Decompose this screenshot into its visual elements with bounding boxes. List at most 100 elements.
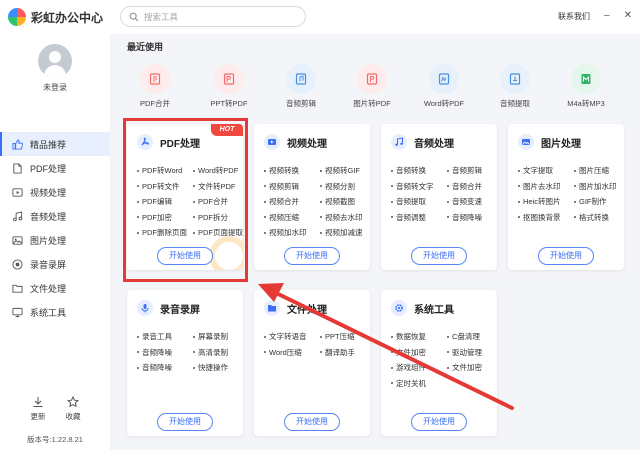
feature-item[interactable]: 音频变速 <box>447 196 497 207</box>
feature-item[interactable]: 视频合并 <box>264 196 320 207</box>
feature-item[interactable]: 图片去水印 <box>518 181 574 192</box>
feature-item[interactable]: PDF拆分 <box>193 212 243 223</box>
sidebar-item-recommend[interactable]: 精品推荐 <box>0 132 110 156</box>
feature-item[interactable]: 文件加密 <box>391 347 447 358</box>
contact-us-link[interactable]: 联系我们 <box>558 11 590 22</box>
card-video[interactable]: 视频处理 视频转换 视频转GIF 视频剪辑 视频分割 视频合并 视频截图 视频压… <box>254 124 370 270</box>
feature-item[interactable]: 音频转文字 <box>391 181 447 192</box>
feature-item[interactable]: 文字转语音 <box>264 331 320 342</box>
start-button[interactable]: 开始使用 <box>157 413 213 431</box>
avatar[interactable] <box>38 44 72 78</box>
feature-item[interactable]: 音频合并 <box>447 181 497 192</box>
sidebar-item-image[interactable]: 图片处理 <box>0 228 110 252</box>
feature-item[interactable]: PDF转文件 <box>137 181 193 192</box>
feature-item[interactable]: PDF加密 <box>137 212 193 223</box>
recent-item-image-to-pdf[interactable]: 图片转PDF <box>337 64 407 109</box>
minimize-button[interactable]: – <box>604 9 610 23</box>
word-to-pdf-icon <box>429 64 459 94</box>
feature-item[interactable]: 视频压缩 <box>264 212 320 223</box>
recent-item-m4a-to-mp3[interactable]: M4a转MP3 <box>551 64 621 109</box>
feature-item[interactable]: 文件加密 <box>447 362 497 373</box>
feature-item[interactable]: Heic转图片 <box>518 196 574 207</box>
card-system[interactable]: 系统工具 数据恢复 C盘清理 文件加密 驱动管理 游戏组件 文件加密 定时关机 … <box>381 290 497 436</box>
recent-item-ppt-to-pdf[interactable]: PPT转PDF <box>194 64 264 109</box>
sidebar-nav: 精品推荐 PDF处理 视频处理 音频处理 图片处理 录音录屏 文件处理 系统工具 <box>0 132 110 324</box>
card-audio[interactable]: 音频处理 音频转换 音频剪辑 音频转文字 音频合并 音频提取 音频变速 音频调整… <box>381 124 497 270</box>
start-button[interactable]: 开始使用 <box>411 413 467 431</box>
feature-item[interactable]: Word压缩 <box>264 347 320 358</box>
feature-item[interactable]: 视频去水印 <box>320 212 370 223</box>
sidebar-item-pdf[interactable]: PDF处理 <box>0 156 110 180</box>
feature-item[interactable]: PDF合并 <box>193 196 243 207</box>
sidebar-item-video[interactable]: 视频处理 <box>0 180 110 204</box>
card-image[interactable]: 图片处理 文字提取 图片压缩 图片去水印 图片加水印 Heic转图片 GIF制作… <box>508 124 624 270</box>
login-status[interactable]: 未登录 <box>0 82 110 93</box>
feature-item[interactable]: 翻译助手 <box>320 347 370 358</box>
sidebar: 未登录 精品推荐 PDF处理 视频处理 音频处理 图片处理 录音录屏 文件处理 <box>0 34 110 450</box>
system-icon <box>12 307 23 318</box>
feature-item[interactable]: 音频提取 <box>391 196 447 207</box>
recent-item-audio-extract[interactable]: 音频提取 <box>480 64 550 109</box>
sidebar-item-file[interactable]: 文件处理 <box>0 276 110 300</box>
feature-item[interactable]: 视频分割 <box>320 181 370 192</box>
sidebar-item-audio[interactable]: 音频处理 <box>0 204 110 228</box>
feature-item[interactable]: 音频降噪 <box>137 347 193 358</box>
feature-item[interactable]: 高清录制 <box>193 347 243 358</box>
card-pdf[interactable]: HOT PDF处理 PDF转Word Word转PDF PDF转文件 文件转PD… <box>127 124 243 270</box>
feature-item[interactable]: PDF编辑 <box>137 196 193 207</box>
sidebar-item-label: 系统工具 <box>30 307 67 318</box>
start-button[interactable]: 开始使用 <box>411 247 467 265</box>
feature-item[interactable]: 音频降噪 <box>137 362 193 373</box>
feature-item[interactable]: 抠图换背景 <box>518 212 574 223</box>
feature-item[interactable]: GIF制作 <box>574 196 624 207</box>
ppt-to-pdf-icon <box>214 64 244 94</box>
start-button[interactable]: 开始使用 <box>284 247 340 265</box>
feature-item[interactable]: 视频剪辑 <box>264 181 320 192</box>
feature-item[interactable]: 定时关机 <box>391 378 447 389</box>
card-file[interactable]: 文件处理 文字转语音 PPT压缩 Word压缩 翻译助手 开始使用 <box>254 290 370 436</box>
feature-item[interactable]: 视频截图 <box>320 196 370 207</box>
card-record[interactable]: 录音录屏 录音工具 屏幕录制 音频降噪 高清录制 音频降噪 快捷操作 开始使用 <box>127 290 243 436</box>
feature-item[interactable]: Word转PDF <box>193 165 243 176</box>
feature-item[interactable]: 格式转换 <box>574 212 624 223</box>
feature-item[interactable]: PDF删除页面 <box>137 227 193 238</box>
feature-item[interactable]: 图片加水印 <box>574 181 624 192</box>
sidebar-item-record[interactable]: 录音录屏 <box>0 252 110 276</box>
feature-item[interactable]: 视频转GIF <box>320 165 370 176</box>
sidebar-item-system[interactable]: 系统工具 <box>0 300 110 324</box>
feature-item[interactable]: 音频剪辑 <box>447 165 497 176</box>
feature-item[interactable]: 录音工具 <box>137 331 193 342</box>
search-box[interactable] <box>120 6 306 27</box>
feature-item[interactable]: 游戏组件 <box>391 362 447 373</box>
avatar-body <box>44 65 66 78</box>
recent-item-audio-cut[interactable]: 音频剪辑 <box>266 64 336 109</box>
update-button[interactable]: 更新 <box>25 396 51 422</box>
feature-item[interactable]: 图片压缩 <box>574 165 624 176</box>
recent-item-word-to-pdf[interactable]: Word转PDF <box>409 64 479 109</box>
feature-item[interactable]: 音频调整 <box>391 212 447 223</box>
search-input[interactable] <box>144 11 294 22</box>
favorite-button[interactable]: 收藏 <box>60 396 86 422</box>
feature-item[interactable]: 快捷操作 <box>193 362 243 373</box>
feature-item[interactable]: 视频转换 <box>264 165 320 176</box>
rainbow-logo-icon <box>8 8 26 26</box>
feature-item[interactable]: 数据恢复 <box>391 331 447 342</box>
feature-item[interactable]: PPT压缩 <box>320 331 370 342</box>
start-button[interactable]: 开始使用 <box>284 413 340 431</box>
start-button[interactable]: 开始使用 <box>157 247 213 265</box>
recent-item-pdf-merge[interactable]: PDF合并 <box>120 64 190 109</box>
feature-item[interactable]: 视频加水印 <box>264 227 320 238</box>
feature-item[interactable]: 音频降噪 <box>447 212 497 223</box>
feature-item[interactable]: 视频加减速 <box>320 227 370 238</box>
feature-item[interactable]: 驱动管理 <box>447 347 497 358</box>
feature-item[interactable]: 文字提取 <box>518 165 574 176</box>
feature-item[interactable]: C盘清理 <box>447 331 497 342</box>
start-button[interactable]: 开始使用 <box>538 247 594 265</box>
close-button[interactable]: ✕ <box>624 9 632 23</box>
feature-item[interactable]: 音频转换 <box>391 165 447 176</box>
card-title: 文件处理 <box>287 304 327 316</box>
feature-item[interactable]: 文件转PDF <box>193 181 243 192</box>
feature-item[interactable]: PDF转Word <box>137 165 193 176</box>
video-icon <box>12 188 23 197</box>
feature-item[interactable]: 屏幕录制 <box>193 331 243 342</box>
